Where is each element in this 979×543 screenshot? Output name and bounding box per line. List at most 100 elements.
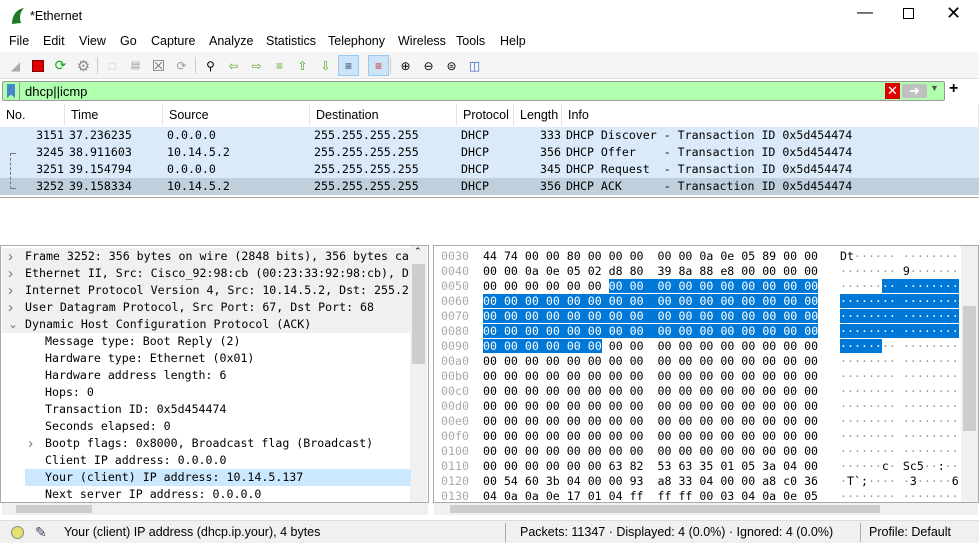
close-button[interactable]: ✕ (946, 3, 961, 24)
column-header-info[interactable]: Info (562, 104, 979, 126)
menu-wireless[interactable]: Wireless (398, 34, 446, 48)
expert-info-icon[interactable] (11, 526, 24, 539)
bookmark-icon[interactable] (7, 84, 15, 98)
tree-item[interactable]: ⌄ Dynamic Host Configuration Protocol (AC… (2, 316, 410, 333)
menu-help[interactable]: Help (500, 34, 526, 48)
column-header-protocol[interactable]: Protocol (457, 104, 514, 126)
hex-offset: 0070 (441, 309, 469, 323)
menu-statistics[interactable]: Statistics (266, 34, 316, 48)
cell-length: 333 (540, 128, 561, 142)
menu-telephony[interactable]: Telephony (328, 34, 385, 48)
tree-item-label: Dynamic Host Configuration Protocol (ACK… (25, 317, 312, 331)
shark-fin-start-icon[interactable]: ◢ (5, 55, 26, 76)
last-packet-icon[interactable]: ⇩ (315, 55, 336, 76)
hex-offset: 0030 (441, 249, 469, 263)
minimize-button[interactable]: — (857, 4, 873, 22)
packet-details-pane: ⌃ › Frame 3252: 356 bytes on wire (2848 b… (0, 245, 429, 503)
tree-item[interactable]: › User Datagram Protocol, Src Port: 67, D… (2, 299, 410, 316)
apply-filter-icon[interactable]: ➜ (902, 84, 927, 98)
tree-item[interactable]: › Frame 3252: 356 bytes on wire (2848 bit… (2, 248, 410, 265)
go-forward-icon[interactable]: ⇨ (246, 55, 267, 76)
tree-item[interactable]: › Internet Protocol Version 4, Src: 10.14… (2, 282, 410, 299)
column-header-destination[interactable]: Destination (310, 104, 457, 126)
filter-input[interactable]: dhcp||icmp (25, 84, 87, 99)
menu-go[interactable]: Go (120, 34, 137, 48)
tree-item[interactable]: Hardware address length: 6 (2, 367, 410, 384)
chevron-down-icon[interactable]: ⌄ (8, 316, 18, 333)
bytes-horizontal-scrollbar[interactable] (434, 503, 978, 515)
open-file-icon[interactable]: □ (102, 55, 123, 76)
save-file-icon[interactable]: ▤ (125, 55, 146, 76)
capture-options-icon[interactable]: ⚙ (73, 55, 94, 76)
zoom-in-icon[interactable]: ⊕ (395, 55, 416, 76)
find-packet-icon[interactable]: ⚲ (200, 55, 221, 76)
tree-item[interactable]: › Bootp flags: 0x8000, Broadcast flag (Br… (2, 435, 410, 452)
column-header-length[interactable]: Length (514, 104, 562, 126)
go-to-packet-icon[interactable]: ≡ (269, 55, 290, 76)
display-filter-bar[interactable]: dhcp||icmp ✕ ➜ ▼ (2, 81, 945, 101)
go-back-icon[interactable]: ⇦ (223, 55, 244, 76)
resize-columns-icon[interactable]: ◫ (464, 55, 485, 76)
column-header-no[interactable]: No. (0, 104, 65, 126)
chevron-right-icon[interactable]: › (8, 248, 13, 265)
chevron-right-icon[interactable]: › (28, 435, 33, 452)
tree-item[interactable]: Next server IP address: 0.0.0.0 (2, 486, 410, 502)
cell-length: 345 (540, 162, 561, 176)
capture-comment-icon[interactable]: ✎ (35, 524, 47, 541)
close-file-icon[interactable]: ☒ (148, 55, 169, 76)
column-header-time[interactable]: Time (65, 104, 163, 126)
hex-ascii: ········ ········ (840, 444, 959, 458)
clear-filter-icon[interactable]: ✕ (885, 83, 900, 99)
status-field-info: Your (client) IP address (dhcp.ip.your),… (64, 525, 321, 539)
first-packet-icon[interactable]: ⇧ (292, 55, 313, 76)
tree-item[interactable]: Transaction ID: 0x5d454474 (2, 401, 410, 418)
menu-capture[interactable]: Capture (151, 34, 195, 48)
cell-time: 39.154794 (69, 162, 132, 176)
tree-item[interactable]: › Ethernet II, Src: Cisco_92:98:cb (00:23… (2, 265, 410, 282)
tree-item[interactable]: Client IP address: 0.0.0.0 (2, 452, 410, 469)
hex-offset: 00d0 (441, 399, 469, 413)
packet-row[interactable]: 3245 38.911603 10.14.5.2 255.255.255.255 DHC… (0, 144, 979, 161)
chevron-right-icon[interactable]: › (8, 299, 13, 316)
hex-bytes: 00 00 00 00 00 00 00 00 00 00 00 00 00 0… (483, 354, 819, 368)
tree-item[interactable]: Message type: Boot Reply (2) (2, 333, 410, 350)
menu-bar: File Edit View Go Capture Analyze Statistics Te… (0, 32, 979, 52)
cell-destination: 255.255.255.255 (314, 162, 419, 176)
add-filter-button[interactable]: + (949, 80, 958, 98)
bytes-vertical-scrollbar[interactable] (961, 246, 978, 502)
hex-bytes: 00 00 00 00 00 00 00 00 00 00 00 00 00 0… (483, 339, 819, 353)
cell-destination: 255.255.255.255 (314, 179, 419, 193)
menu-view[interactable]: View (79, 34, 106, 48)
tree-item[interactable]: Seconds elapsed: 0 (2, 418, 410, 435)
colorize-icon[interactable]: ≡ (368, 55, 389, 76)
status-profile[interactable]: Profile: Default (869, 525, 951, 539)
restart-capture-icon[interactable]: ⟳ (50, 55, 71, 76)
chevron-right-icon[interactable]: › (8, 282, 13, 299)
packet-row[interactable]: 3252 39.158334 10.14.5.2 255.255.255.255 DHC… (0, 178, 979, 195)
packet-row[interactable]: 3151 37.236235 0.0.0.0 255.255.255.255 DHCP 3… (0, 127, 979, 144)
zoom-out-icon[interactable]: ⊖ (418, 55, 439, 76)
tree-item[interactable]: Hops: 0 (2, 384, 410, 401)
normal-size-icon[interactable]: ⊜ (441, 55, 462, 76)
packet-row[interactable]: 3251 39.154794 0.0.0.0 255.255.255.255 DHCP 3… (0, 161, 979, 178)
menu-edit[interactable]: Edit (43, 34, 65, 48)
packet-bytes-pane: 0030 44 74 00 00 80 00 00 00 00 00 0a 0e … (433, 245, 979, 503)
hex-offset: 0100 (441, 444, 469, 458)
reload-file-icon[interactable]: ⟳ (171, 55, 192, 76)
hex-bytes: 00 00 00 00 00 00 00 00 00 00 00 00 00 0… (483, 309, 819, 323)
maximize-button[interactable] (903, 8, 914, 19)
column-header-source[interactable]: Source (163, 104, 310, 126)
hex-offset: 00c0 (441, 384, 469, 398)
details-horizontal-scrollbar[interactable] (2, 503, 428, 515)
menu-file[interactable]: File (9, 34, 29, 48)
auto-scroll-icon[interactable]: ≡ (338, 55, 359, 76)
stop-capture-icon[interactable] (27, 55, 48, 76)
menu-tools[interactable]: Tools (456, 34, 485, 48)
tree-item[interactable]: Your (client) IP address: 10.14.5.137 (25, 469, 411, 486)
hex-offset: 00e0 (441, 414, 469, 428)
menu-analyze[interactable]: Analyze (209, 34, 253, 48)
filter-history-dropdown[interactable]: ▼ (930, 83, 939, 93)
chevron-right-icon[interactable]: › (8, 265, 13, 282)
details-vertical-scrollbar[interactable]: ⌃ (410, 246, 427, 502)
tree-item[interactable]: Hardware type: Ethernet (0x01) (2, 350, 410, 367)
